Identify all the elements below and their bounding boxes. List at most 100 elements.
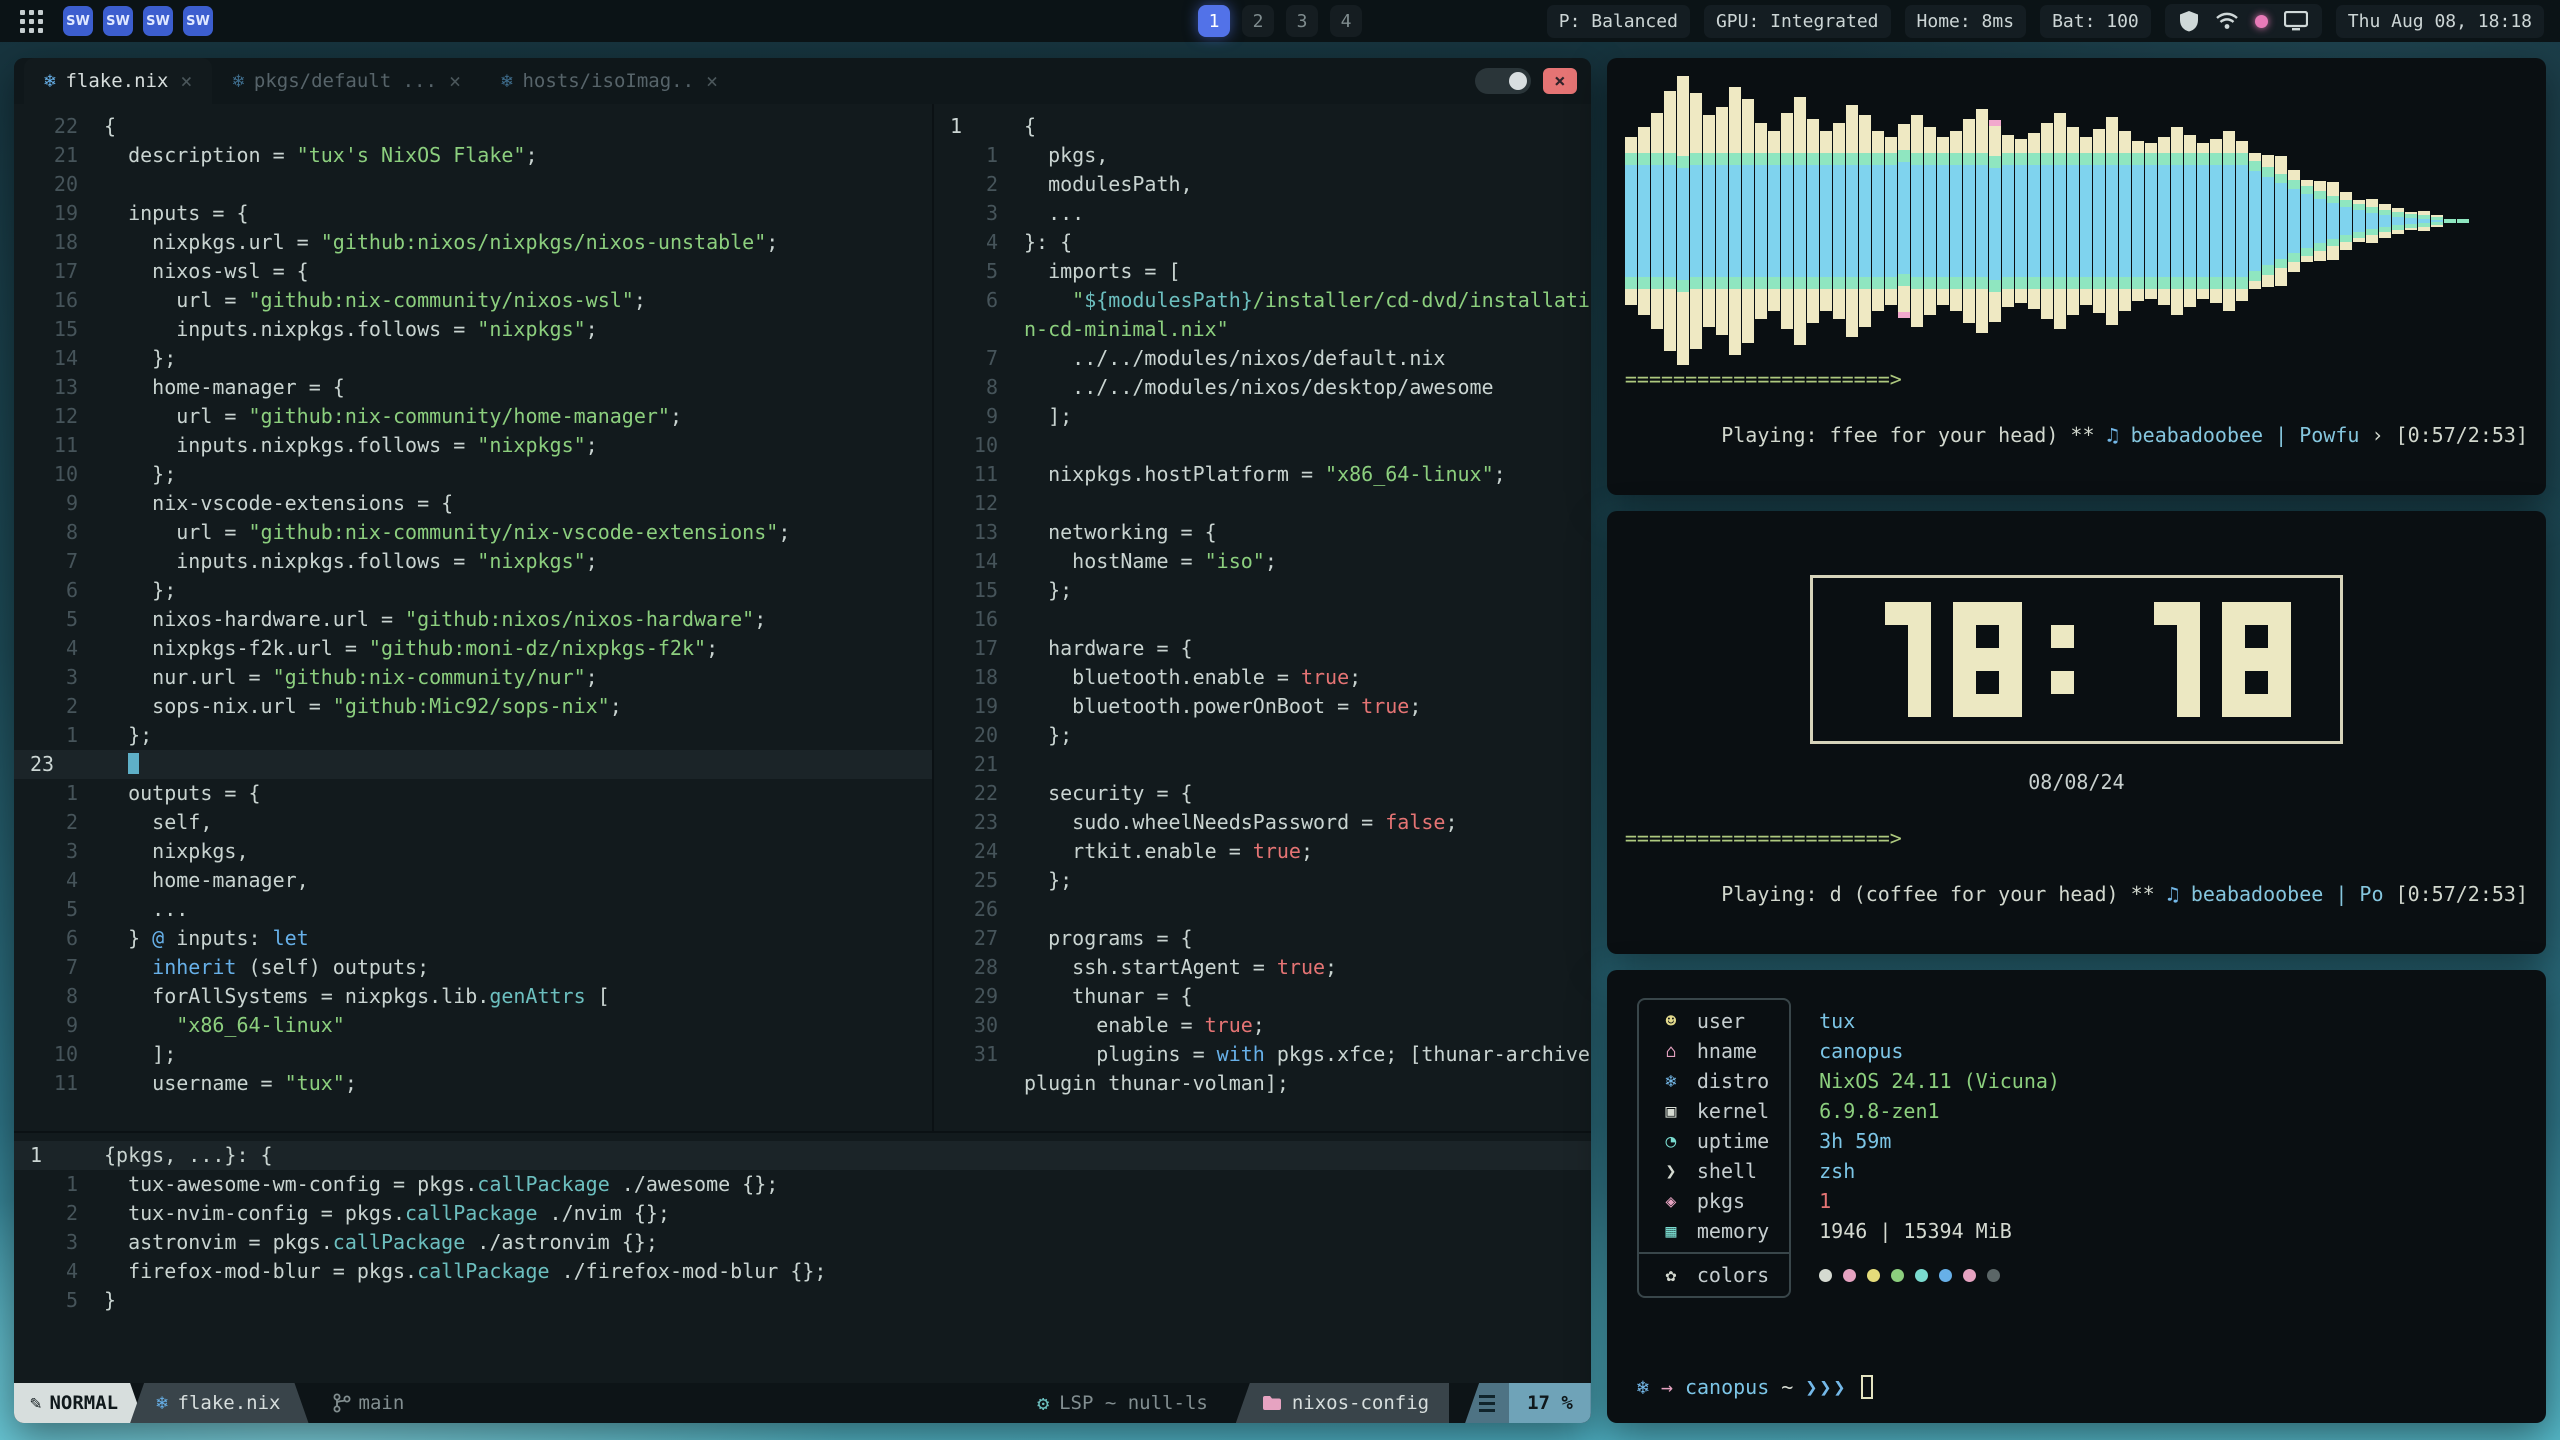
- workspace-tag-2[interactable]: 2: [1242, 5, 1274, 37]
- menu-icon: [1465, 1383, 1509, 1423]
- visualizer-bar: [2353, 200, 2365, 242]
- visualizer-bar: [1989, 120, 2001, 322]
- code-line: 1 };: [14, 721, 932, 750]
- code-line: 7 inputs.nixpkgs.follows = "nixpkgs";: [14, 547, 932, 576]
- code-line: 1 pkgs,: [934, 141, 1591, 170]
- code-line: 6 };: [14, 576, 932, 605]
- fetch-values: tuxcanopusNixOS 24.11 (Vicuna)6.9.8-zen1…: [1819, 998, 2060, 1290]
- visualizer-bar: [1677, 76, 1689, 365]
- visualizer-bar: [2041, 123, 2053, 319]
- neovim-window: ❄flake.nix×❄pkgs/default ...×❄hosts/isoI…: [14, 58, 1591, 1423]
- visualizer-bar: [1664, 91, 1676, 351]
- code-line: 4}: {: [934, 228, 1591, 257]
- visualizer-bar: [1729, 87, 1741, 355]
- code-line: 15 };: [934, 576, 1591, 605]
- visualizer-bar: [1781, 113, 1793, 329]
- progress-label: 17 %: [1509, 1383, 1591, 1423]
- tab-close-icon[interactable]: ×: [180, 69, 192, 93]
- visualizer-bar: [2366, 199, 2378, 243]
- code-line: 11 nixpkgs.hostPlatform = "x86_64-linux"…: [934, 460, 1591, 489]
- visualizer-bar: [2327, 182, 2339, 260]
- branch-icon: [333, 1393, 351, 1413]
- git-branch: main: [333, 1392, 405, 1414]
- fetch-terminal: ☻user⌂hname❄distro▣kernel◔uptime❯shell◈p…: [1607, 970, 2546, 1423]
- taskbar-app-icon[interactable]: SW: [183, 6, 213, 36]
- fetch-separator: [1639, 1252, 1789, 1254]
- fetch-value-pkgs: 1: [1819, 1186, 2060, 1216]
- shell-icon: ❯: [1659, 1161, 1683, 1182]
- code-line: 14 hostName = "iso";: [934, 547, 1591, 576]
- clock-terminal: 08/08/24 ======================> Playing…: [1607, 511, 2546, 954]
- shield-icon[interactable]: [2179, 10, 2199, 32]
- audio-visualizer: [1625, 76, 2528, 365]
- filename-label: flake.nix: [178, 1392, 281, 1414]
- editor-tab[interactable]: ❄flake.nix×: [24, 58, 212, 104]
- mode-label: NORMAL: [49, 1392, 118, 1414]
- fetch-label-text: uptime: [1697, 1129, 1769, 1153]
- color-dot: [1987, 1269, 2000, 1282]
- terminal-color-dots: [1819, 1260, 2060, 1290]
- code-line: 7 inherit (self) outputs;: [14, 953, 932, 982]
- visualizer-bar: [1755, 123, 1767, 319]
- window-close-button[interactable]: ×: [1543, 68, 1577, 94]
- visualizer-bar: [1716, 107, 1728, 335]
- editor-pane-flake-nix[interactable]: 22{21 description = "tux's NixOS Flake";…: [14, 104, 932, 1131]
- toggle-switch[interactable]: [1475, 68, 1531, 94]
- code-line: 5}: [14, 1286, 1591, 1315]
- uptime-icon: ◔: [1659, 1131, 1683, 1152]
- taskbar-app-icon[interactable]: SW: [103, 6, 133, 36]
- code-line: 1 tux-awesome-wm-config = pkgs.callPacka…: [14, 1170, 1591, 1199]
- scroll-progress: 17 %: [1465, 1383, 1591, 1423]
- code-line: 6 } @ inputs: let: [14, 924, 932, 953]
- statusline-filename[interactable]: ❄ flake.nix: [130, 1383, 308, 1423]
- code-line: 17 nixos-wsl = {: [14, 257, 932, 286]
- visualizer-bar: [1820, 131, 1832, 311]
- desktop: ❄flake.nix×❄pkgs/default ...×❄hosts/isoI…: [0, 42, 2560, 1423]
- workspace-tag-3[interactable]: 3: [1286, 5, 1318, 37]
- visualizer-bar: [2275, 156, 2287, 286]
- workspace-tag-1[interactable]: 1: [1198, 5, 1230, 37]
- editor-pane-pkgs-default-nix[interactable]: 1{pkgs, ...}: {1 tux-awesome-wm-config =…: [14, 1131, 1591, 1383]
- fetch-label-user: ☻user: [1639, 1006, 1789, 1036]
- track-time: [0:57/2:53]: [2396, 423, 2528, 447]
- editor-tab[interactable]: ❄pkgs/default ...×: [212, 58, 481, 104]
- folder-icon: [1262, 1395, 1282, 1411]
- fetch-value-uptime: 3h 59m: [1819, 1126, 2060, 1156]
- visualizer-bar: [2288, 170, 2300, 272]
- project-badge[interactable]: nixos-config: [1236, 1383, 1449, 1423]
- editor-tab[interactable]: ❄hosts/isoImag..×: [481, 58, 738, 104]
- hostname-icon: ⌂: [1659, 1041, 1683, 1062]
- code-line: 3 ...: [934, 199, 1591, 228]
- workspace-tag-4[interactable]: 4: [1330, 5, 1362, 37]
- memory-icon: ▦: [1659, 1221, 1683, 1242]
- taskbar-app-icon[interactable]: SW: [143, 6, 173, 36]
- code-line: 2 self,: [14, 808, 932, 837]
- fetch-value-memory: 1946 | 15394 MiB: [1819, 1216, 2060, 1246]
- app-launcher-icon[interactable]: [16, 6, 47, 37]
- code-line: 5 ...: [14, 895, 932, 924]
- visualizer-bar: [2210, 139, 2222, 303]
- shell-prompt[interactable]: ❄ → canopus ~ ❯❯❯: [1637, 1375, 2516, 1399]
- visualizer-bar: [1937, 137, 1949, 305]
- tab-close-icon[interactable]: ×: [449, 69, 461, 93]
- tab-close-icon[interactable]: ×: [706, 69, 718, 93]
- visualizer-bar: [1859, 115, 1871, 327]
- visualizer-bar: [2158, 137, 2170, 305]
- top-bar: SWSWSWSW 1234 P: Balanced GPU: Integrate…: [0, 0, 2560, 42]
- visualizer-bar: [1807, 119, 1819, 323]
- code-line: 4 nixpkgs-f2k.url = "github:moni-dz/nixp…: [14, 634, 932, 663]
- music-visualizer-terminal: ======================> Playing: ffee fo…: [1607, 58, 2546, 495]
- music-note-icon: ♫: [2167, 882, 2191, 906]
- code-line: 18 bluetooth.enable = true;: [934, 663, 1591, 692]
- visualizer-bar: [1794, 97, 1806, 345]
- display-icon[interactable]: [2284, 11, 2308, 31]
- taskbar-app-icon[interactable]: SW: [63, 6, 93, 36]
- fetch-label-text: kernel: [1697, 1099, 1769, 1123]
- fetch-label-distro: ❄distro: [1639, 1066, 1789, 1096]
- code-line: 8 forAllSystems = nixpkgs.lib.genAttrs [: [14, 982, 932, 1011]
- editor-pane-iso-image-nix[interactable]: 1{1 pkgs,2 modulesPath,3 ...4}: {5 impor…: [932, 104, 1591, 1131]
- visualizer-bar: [2314, 181, 2326, 261]
- battery-status: Bat: 100: [2040, 5, 2151, 38]
- wifi-icon[interactable]: [2215, 12, 2239, 30]
- fetch-label-memory: ▦memory: [1639, 1216, 1789, 1246]
